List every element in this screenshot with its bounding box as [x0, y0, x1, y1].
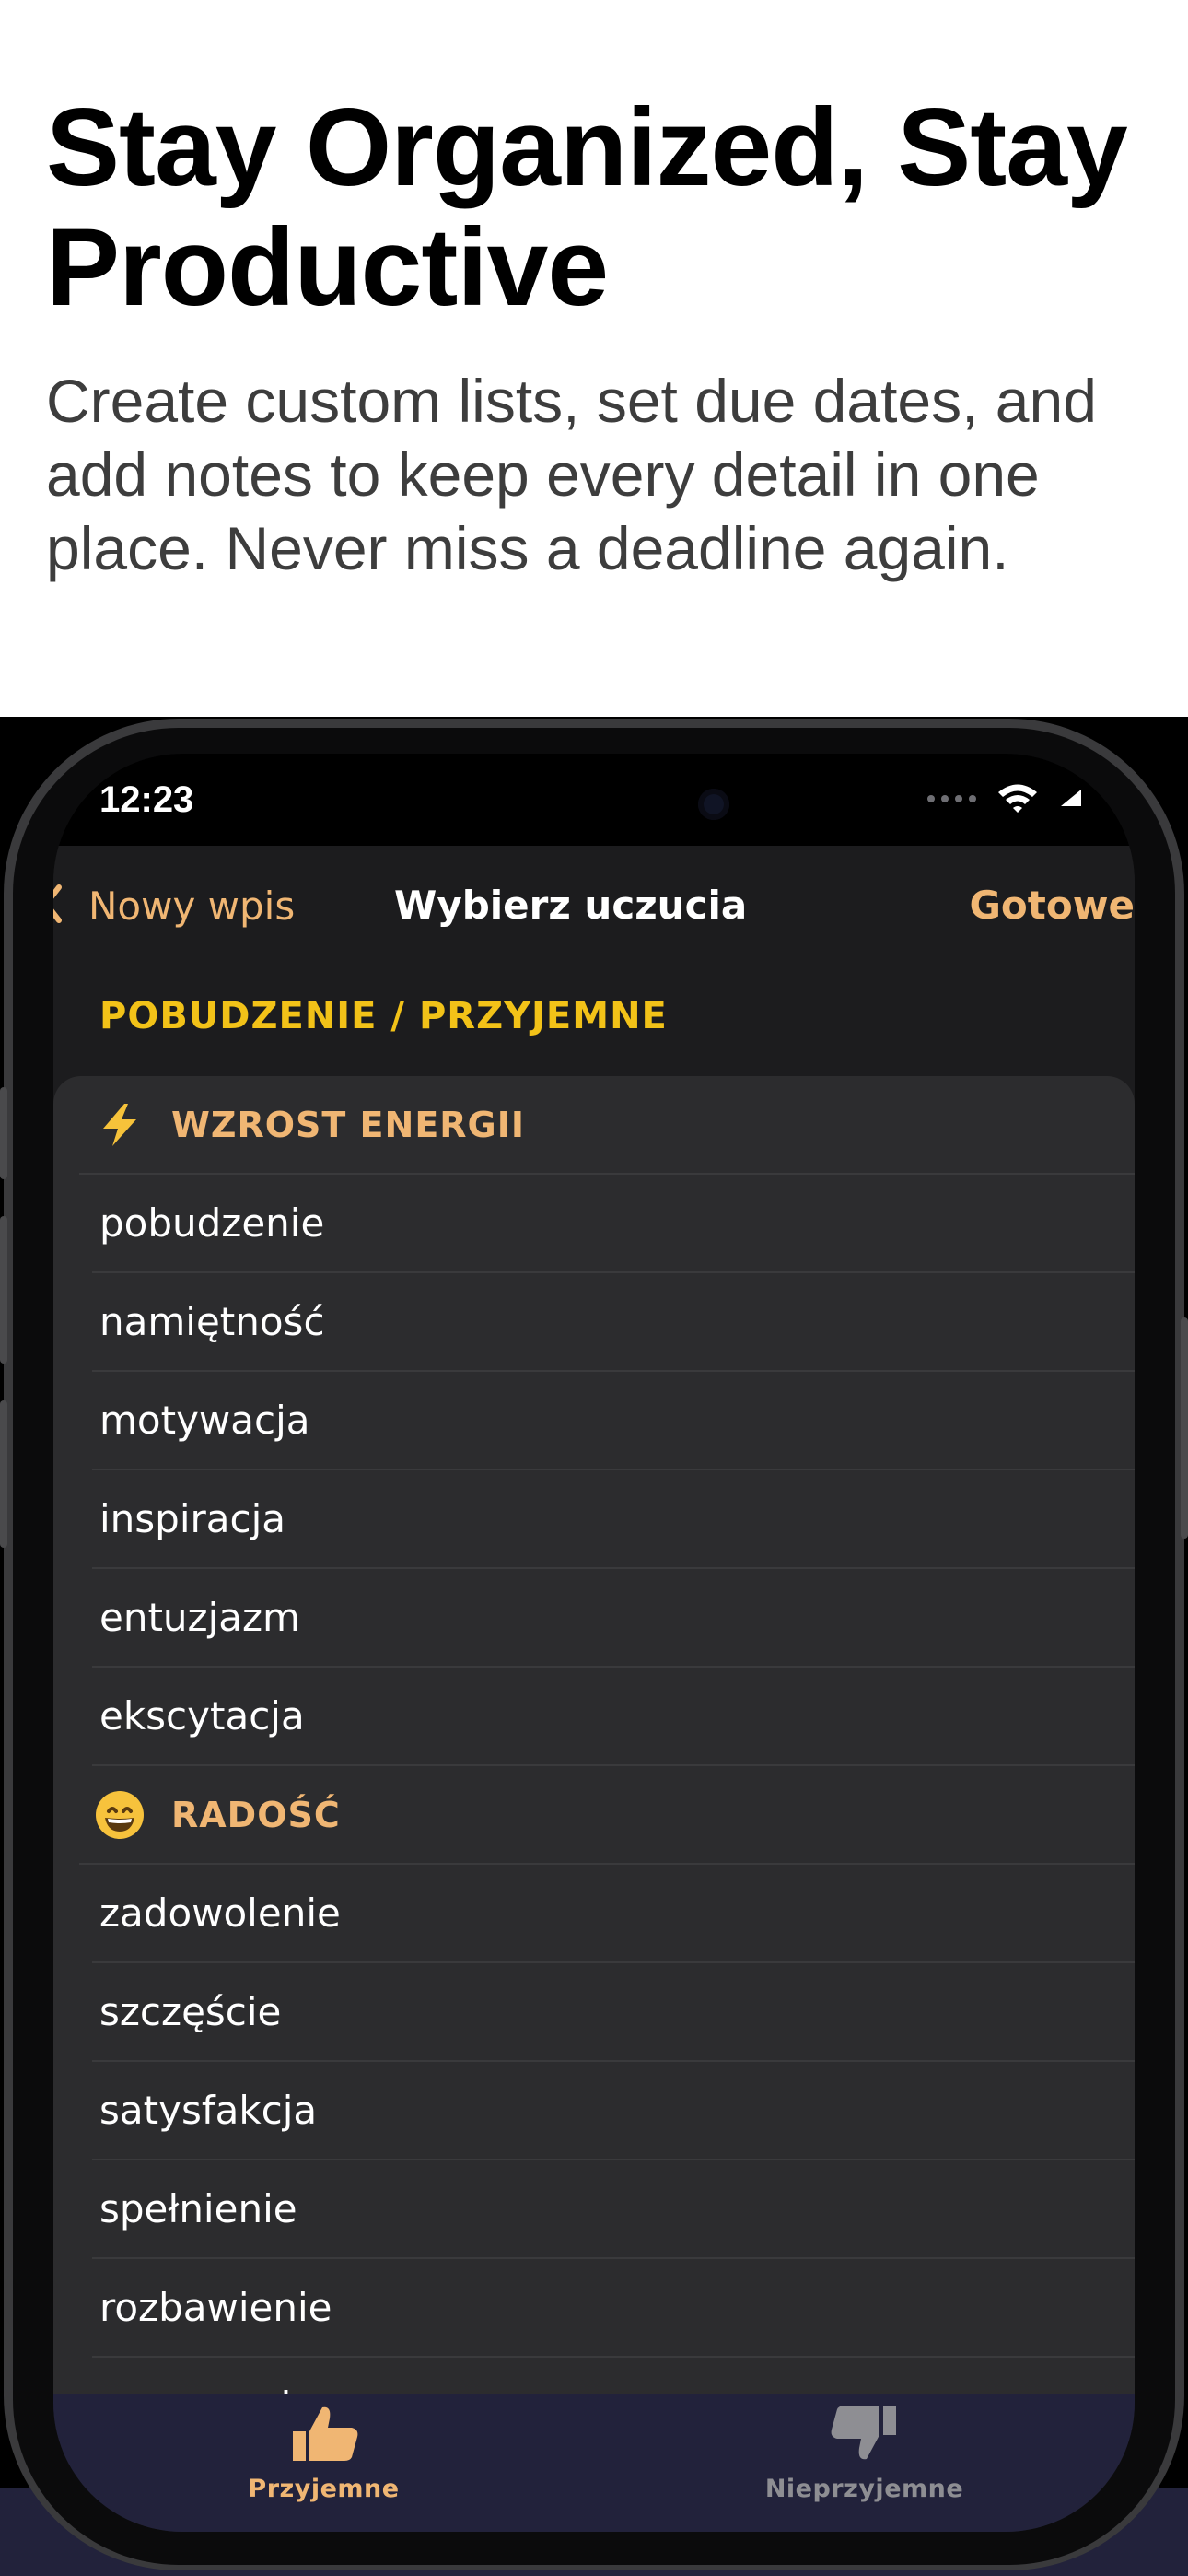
chevron-left-icon [53, 884, 63, 929]
list-item-label: entuzjazm [99, 1595, 300, 1640]
group-header-joy: RADOŚĆ [79, 1766, 1135, 1865]
list-item-label: zadowolenie [99, 1891, 341, 1936]
list-item-label: szczęście [99, 1989, 282, 2034]
phone-volume-up-button [0, 1087, 7, 1179]
list-item-label: spełnienie [99, 2186, 297, 2231]
list-item[interactable]: rozbawienie [92, 2259, 1135, 2358]
list-item[interactable]: spełnienie [92, 2160, 1135, 2259]
list-item[interactable]: satysfakcja [92, 2062, 1135, 2160]
phone-action-button [0, 1400, 7, 1548]
lightning-bolt-icon [92, 1097, 147, 1153]
thumbs-down-icon [828, 2404, 902, 2467]
tab-label: Przyjemne [248, 2475, 400, 2503]
list-item[interactable]: szczęście [92, 1963, 1135, 2062]
front-camera [698, 789, 729, 820]
navigation-bar: Nowy wpis Wybierz uczucia Gotowe [53, 846, 1135, 966]
status-icons [926, 754, 1085, 846]
thumbs-up-icon [287, 2404, 361, 2467]
page-title: Wybierz uczucia [394, 883, 748, 928]
section-header: POBUDZENIE / PRZYJEMNE [99, 995, 668, 1037]
phone-screen: 12:23 Nowy wpis Wybierz uczucia Gotowe P… [53, 754, 1135, 2532]
group-label: RADOŚĆ [171, 1794, 341, 1835]
tab-unpleasant[interactable]: Nieprzyjemne [594, 2394, 1135, 2513]
list-item[interactable]: ekscytacja [92, 1668, 1135, 1766]
group-label: WZROST ENERGII [171, 1104, 525, 1145]
grinning-face-icon [92, 1787, 147, 1843]
feelings-list: WZROST ENERGII pobudzenie namiętność mot… [53, 1076, 1135, 2394]
back-button[interactable]: Nowy wpis [53, 846, 295, 966]
list-item[interactable]: namiętność [92, 1273, 1135, 1372]
status-time: 12:23 [99, 779, 194, 820]
promo-headline: Stay Organized, Stay Productive [46, 86, 1128, 329]
list-item-label: pobudzenie [99, 1200, 325, 1246]
battery-icon [1057, 786, 1085, 814]
dynamic-island [422, 754, 766, 857]
tab-bar: Przyjemne Nieprzyjemne [53, 2394, 1135, 2532]
tab-pleasant[interactable]: Przyjemne [53, 2394, 594, 2513]
list-item-label: namiętność [99, 1299, 325, 1344]
list-item[interactable]: wzruszenie [92, 2358, 1135, 2394]
list-item-label: ekscytacja [99, 1693, 305, 1739]
list-item[interactable]: zadowolenie [92, 1865, 1135, 1963]
group-header-energy: WZROST ENERGII [79, 1076, 1135, 1175]
back-button-label: Nowy wpis [88, 883, 296, 929]
list-item[interactable]: entuzjazm [92, 1569, 1135, 1668]
signal-dots-icon [926, 791, 978, 808]
list-item[interactable]: motywacja [92, 1372, 1135, 1470]
list-item-label: motywacja [99, 1398, 310, 1443]
list-item-label: rozbawienie [99, 2285, 332, 2330]
list-item-label: wzruszenie [92, 2383, 315, 2394]
tab-label: Nieprzyjemne [764, 2475, 964, 2503]
list-item[interactable]: pobudzenie [92, 1175, 1135, 1273]
done-button[interactable]: Gotowe [969, 846, 1135, 966]
phone-power-button [1181, 1317, 1188, 1539]
list-item-label: inspiracja [99, 1496, 286, 1541]
wifi-icon [996, 782, 1039, 818]
phone-volume-down-button [0, 1216, 7, 1364]
promo-subtext: Create custom lists, set due dates, and … [46, 367, 1097, 582]
list-item-label: satysfakcja [99, 2088, 318, 2133]
list-item[interactable]: inspiracja [92, 1470, 1135, 1569]
